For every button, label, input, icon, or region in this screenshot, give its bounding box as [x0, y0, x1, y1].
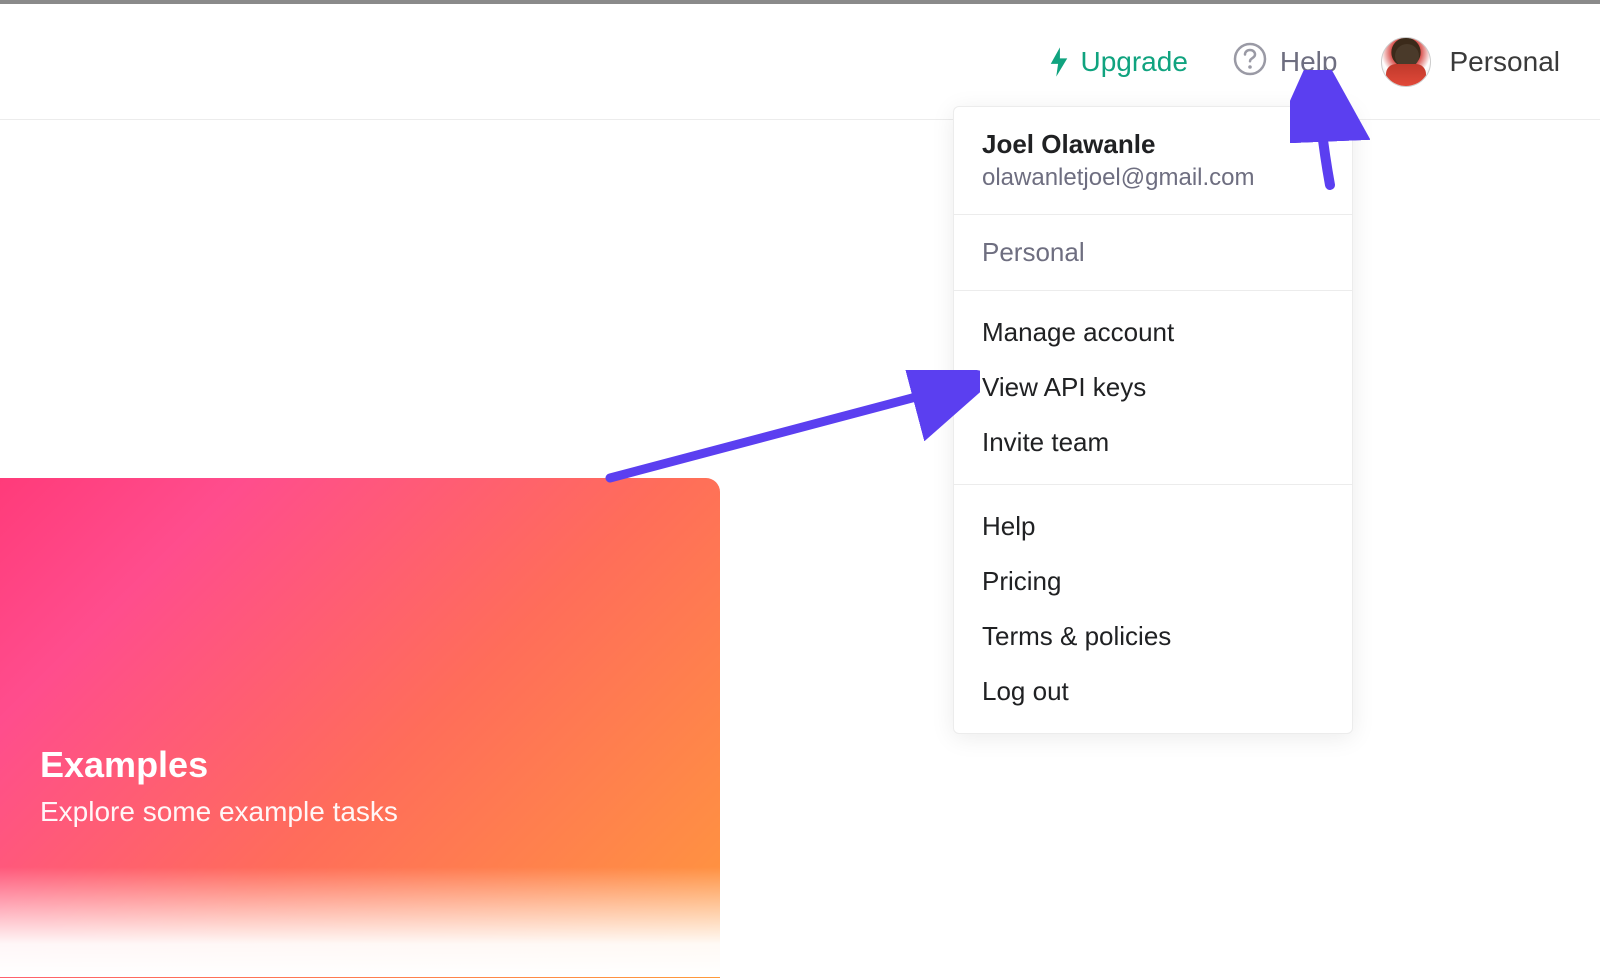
- help-label: Help: [1280, 46, 1338, 78]
- dropdown-account-group: Manage account View API keys Invite team: [954, 291, 1352, 485]
- dropdown-support-group: Help Pricing Terms & policies Log out: [954, 485, 1352, 733]
- dropdown-user-section: Joel Olawanle olawanletjoel@gmail.com: [954, 107, 1352, 215]
- dropdown-org-label: Personal: [982, 237, 1324, 268]
- help-button[interactable]: Help: [1232, 41, 1338, 82]
- upgrade-label: Upgrade: [1080, 46, 1187, 78]
- menu-pricing[interactable]: Pricing: [954, 554, 1352, 609]
- annotation-arrow-api-keys: [600, 370, 980, 490]
- avatar: [1381, 37, 1431, 87]
- bolt-icon: [1048, 47, 1070, 77]
- upgrade-button[interactable]: Upgrade: [1048, 46, 1187, 78]
- menu-manage-account[interactable]: Manage account: [954, 305, 1352, 360]
- profile-dropdown: Joel Olawanle olawanletjoel@gmail.com Pe…: [953, 106, 1353, 734]
- menu-invite-team[interactable]: Invite team: [954, 415, 1352, 470]
- menu-terms-policies[interactable]: Terms & policies: [954, 609, 1352, 664]
- menu-view-api-keys[interactable]: View API keys: [954, 360, 1352, 415]
- profile-label: Personal: [1449, 46, 1560, 78]
- profile-menu-button[interactable]: Personal: [1381, 37, 1560, 87]
- app-header: Upgrade Help Personal: [0, 4, 1600, 120]
- dropdown-org-section[interactable]: Personal: [954, 215, 1352, 291]
- examples-title: Examples: [40, 744, 680, 786]
- help-circle-icon: [1232, 41, 1268, 82]
- examples-card[interactable]: Examples Explore some example tasks: [0, 478, 720, 978]
- dropdown-user-name: Joel Olawanle: [982, 129, 1324, 160]
- menu-log-out[interactable]: Log out: [954, 664, 1352, 719]
- dropdown-user-email: olawanletjoel@gmail.com: [982, 164, 1324, 192]
- examples-subtitle: Explore some example tasks: [40, 796, 680, 828]
- menu-help[interactable]: Help: [954, 499, 1352, 554]
